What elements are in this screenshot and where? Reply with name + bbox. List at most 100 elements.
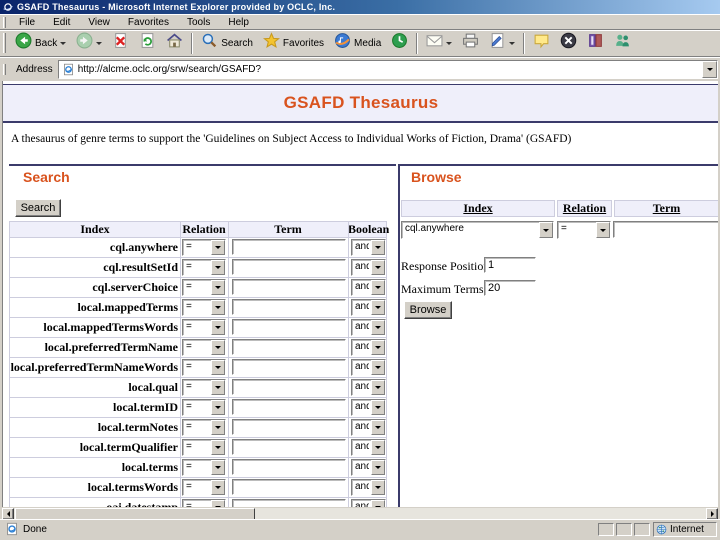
term-input[interactable] (232, 279, 346, 295)
toolbar-grab-handle[interactable] (3, 16, 6, 28)
relation-select[interactable]: = (182, 379, 226, 396)
browse-relation-select[interactable]: = (557, 221, 611, 239)
term-input[interactable] (232, 259, 346, 275)
chevron-down-icon[interactable] (371, 280, 385, 295)
search-button[interactable]: Search (15, 199, 61, 217)
response-position-input[interactable] (484, 257, 536, 273)
chevron-down-icon[interactable] (211, 460, 225, 475)
browse-index-select[interactable]: cql.anywhere (401, 221, 554, 239)
chevron-down-icon[interactable] (371, 340, 385, 355)
term-input[interactable] (232, 499, 346, 507)
chevron-down-icon[interactable] (371, 440, 385, 455)
relation-select[interactable]: = (182, 299, 226, 316)
toolbar-grab-handle[interactable] (3, 63, 6, 75)
chevron-down-icon[interactable] (211, 300, 225, 315)
chevron-down-icon[interactable] (371, 420, 385, 435)
print-button[interactable] (457, 31, 484, 55)
menu-item-view[interactable]: View (79, 17, 119, 28)
stop-button[interactable] (107, 31, 134, 55)
menu-item-help[interactable]: Help (219, 17, 258, 28)
boolean-select[interactable]: and (351, 359, 386, 376)
boolean-select[interactable]: and (351, 279, 386, 296)
boolean-select[interactable]: and (351, 439, 386, 456)
relation-select[interactable]: = (182, 239, 226, 256)
boolean-select[interactable]: and (351, 499, 386, 507)
relation-select[interactable]: = (182, 419, 226, 436)
relation-select[interactable]: = (182, 259, 226, 276)
chevron-down-icon[interactable] (211, 260, 225, 275)
chevron-down-icon[interactable] (371, 240, 385, 255)
chevron-down-icon[interactable] (211, 340, 225, 355)
home-button[interactable] (161, 31, 188, 55)
maximum-terms-input[interactable] (484, 280, 536, 296)
chevron-down-icon[interactable] (211, 380, 225, 395)
relation-select[interactable]: = (182, 399, 226, 416)
chevron-down-icon[interactable] (371, 500, 385, 507)
relation-select[interactable]: = (182, 339, 226, 356)
boolean-select[interactable]: and (351, 339, 386, 356)
menu-item-tools[interactable]: Tools (178, 17, 219, 28)
favorites-button[interactable]: Favorites (258, 31, 329, 55)
boolean-select[interactable]: and (351, 379, 386, 396)
term-input[interactable] (232, 359, 346, 375)
discuss-button[interactable] (528, 31, 555, 55)
search-button[interactable]: Search (196, 31, 258, 55)
boolean-select[interactable]: and (351, 419, 386, 436)
menu-item-file[interactable]: File (10, 17, 44, 28)
chevron-down-icon[interactable] (371, 320, 385, 335)
chevron-down-icon[interactable] (371, 400, 385, 415)
chevron-down-icon[interactable] (211, 400, 225, 415)
address-dropdown-button[interactable] (702, 60, 717, 78)
term-input[interactable] (232, 299, 346, 315)
chevron-down-icon[interactable] (371, 360, 385, 375)
chevron-down-icon[interactable] (211, 240, 225, 255)
back-button[interactable]: Back (10, 31, 71, 55)
chevron-down-icon[interactable] (371, 300, 385, 315)
menu-item-edit[interactable]: Edit (44, 17, 79, 28)
term-input[interactable] (232, 419, 346, 435)
term-input[interactable] (232, 479, 346, 495)
horizontal-scrollbar[interactable] (2, 507, 718, 520)
relation-select[interactable]: = (182, 499, 226, 507)
chevron-down-icon[interactable] (539, 222, 553, 238)
relation-select[interactable]: = (182, 319, 226, 336)
boolean-select[interactable]: and (351, 299, 386, 316)
relation-select[interactable]: = (182, 459, 226, 476)
chevron-down-icon[interactable] (211, 360, 225, 375)
boolean-select[interactable]: and (351, 399, 386, 416)
term-input[interactable] (232, 239, 346, 255)
toolbar-grab-handle[interactable] (3, 33, 6, 53)
chevron-down-icon[interactable] (211, 440, 225, 455)
term-input[interactable] (232, 339, 346, 355)
menu-item-favorites[interactable]: Favorites (119, 17, 178, 28)
media-button[interactable]: Media (329, 31, 386, 55)
history-button[interactable] (386, 31, 413, 55)
chevron-down-icon[interactable] (596, 222, 610, 238)
chevron-down-icon[interactable] (211, 280, 225, 295)
chevron-down-icon[interactable] (371, 260, 385, 275)
chevron-down-icon[interactable] (60, 42, 67, 48)
chevron-down-icon[interactable] (211, 320, 225, 335)
chevron-down-icon[interactable] (96, 42, 103, 48)
relation-select[interactable]: = (182, 359, 226, 376)
chevron-down-icon[interactable] (371, 480, 385, 495)
relation-select[interactable]: = (182, 279, 226, 296)
edit-button[interactable] (484, 31, 520, 55)
forward-button[interactable] (71, 31, 107, 55)
power-button[interactable] (555, 31, 582, 55)
chevron-down-icon[interactable] (211, 420, 225, 435)
chevron-down-icon[interactable] (509, 42, 516, 48)
chevron-down-icon[interactable] (211, 500, 225, 507)
messenger-button[interactable] (609, 31, 636, 55)
boolean-select[interactable]: and (351, 479, 386, 496)
browse-button[interactable]: Browse (404, 301, 452, 319)
chevron-down-icon[interactable] (371, 460, 385, 475)
term-input[interactable] (232, 379, 346, 395)
browse-term-input[interactable] (613, 221, 718, 238)
boolean-select[interactable]: and (351, 459, 386, 476)
address-input[interactable] (77, 61, 717, 77)
term-input[interactable] (232, 459, 346, 475)
boolean-select[interactable]: and (351, 239, 386, 256)
term-input[interactable] (232, 319, 346, 335)
chevron-down-icon[interactable] (211, 480, 225, 495)
